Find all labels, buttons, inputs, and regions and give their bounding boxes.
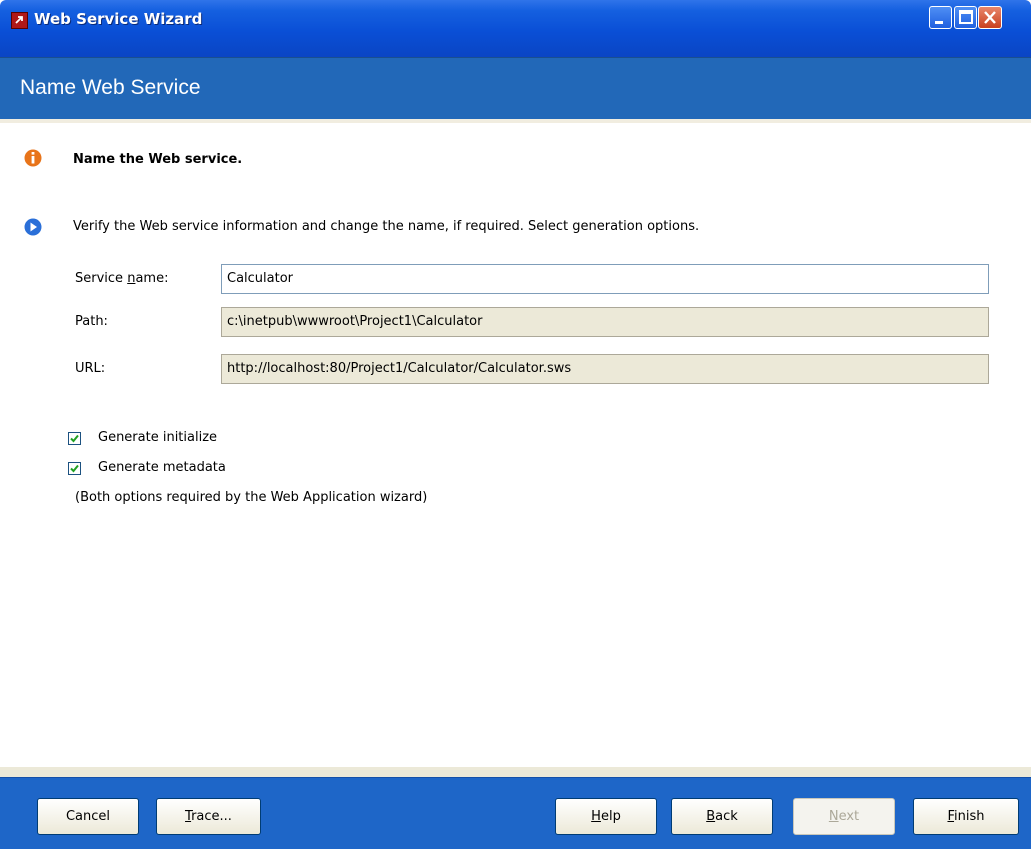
help-button[interactable]: Help xyxy=(555,798,657,835)
path-field: c:\inetpub\wwwroot\Project1\Calculator xyxy=(221,307,989,337)
generate-initialize-checkbox[interactable] xyxy=(68,432,81,445)
close-icon xyxy=(984,11,996,24)
path-label: Path: xyxy=(75,314,108,329)
cancel-button[interactable]: Cancel xyxy=(37,798,139,835)
back-button[interactable]: Back xyxy=(671,798,773,835)
generate-metadata-checkbox[interactable] xyxy=(68,462,81,475)
minimize-button[interactable] xyxy=(929,6,952,29)
header-divider xyxy=(0,119,1031,123)
window-title: Web Service Wizard xyxy=(34,10,203,28)
minimize-icon xyxy=(935,21,943,24)
app-icon xyxy=(11,12,28,29)
page-title: Name Web Service xyxy=(20,76,201,99)
service-name-input[interactable]: Calculator xyxy=(221,264,989,294)
footer-divider xyxy=(0,767,1031,777)
url-label: URL: xyxy=(75,361,106,376)
message-title: Name the Web service. xyxy=(73,152,243,167)
checkmark-icon xyxy=(70,464,79,473)
arrow-icon xyxy=(24,218,42,236)
finish-button[interactable]: Finish xyxy=(913,798,1019,835)
title-bar[interactable]: Web Service Wizard xyxy=(0,0,1031,57)
close-button[interactable] xyxy=(978,6,1002,29)
options-note: (Both options required by the Web Applic… xyxy=(75,490,428,505)
maximize-icon xyxy=(959,10,973,24)
instructions-text: Verify the Web service information and c… xyxy=(73,219,700,234)
generate-metadata-label[interactable]: Generate metadata xyxy=(98,460,226,475)
next-button[interactable]: Next xyxy=(793,798,895,835)
generate-initialize-label[interactable]: Generate initialize xyxy=(98,430,217,445)
service-name-label: Service name: xyxy=(75,271,169,286)
trace-button[interactable]: Trace... xyxy=(156,798,261,835)
maximize-button[interactable] xyxy=(954,6,977,29)
checkmark-icon xyxy=(70,434,79,443)
url-field: http://localhost:80/Project1/Calculator/… xyxy=(221,354,989,384)
info-icon xyxy=(24,149,42,167)
